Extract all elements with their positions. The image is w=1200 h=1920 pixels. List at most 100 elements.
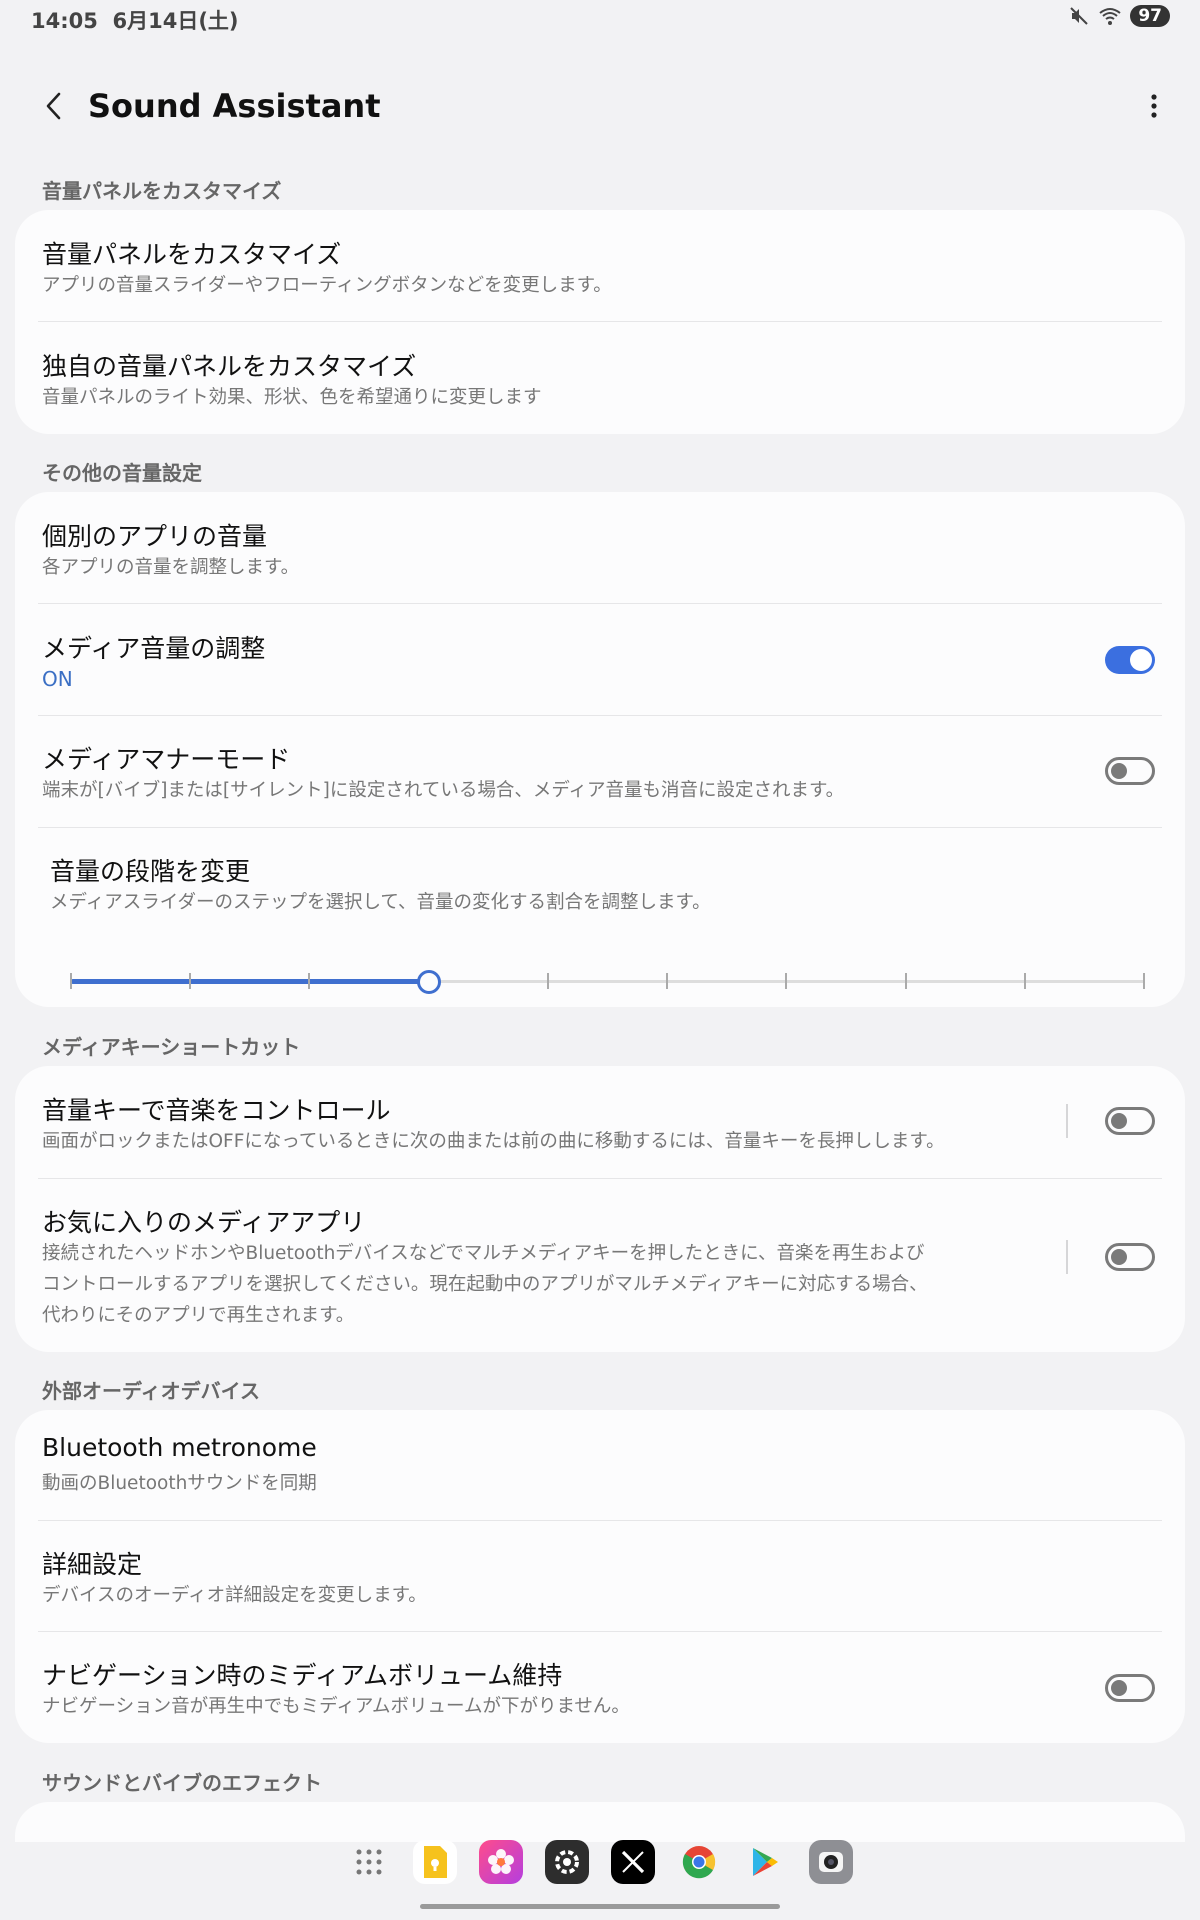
item-media-manner[interactable]: メディアマナーモード 端末が[バイブ]または[サイレント]に設定されている場合、…: [15, 716, 1185, 828]
item-subtitle: 音量パネルのライト効果、形状、色を希望通りに変更します: [42, 387, 542, 408]
slider-tick: [546, 973, 549, 989]
gallery-app-icon[interactable]: [479, 1840, 523, 1884]
slider-tick: [1023, 973, 1026, 989]
play-store-icon[interactable]: [743, 1840, 787, 1884]
more-vertical-icon: [1151, 94, 1157, 118]
note-icon: [424, 1846, 447, 1878]
section-header-external-audio: 外部オーディオデバイス: [42, 1379, 260, 1403]
status-date: 6月14日(土): [112, 9, 239, 33]
settings-app-icon[interactable]: [545, 1840, 589, 1884]
slider-tick: [189, 973, 192, 989]
section-header-volume-panel: 音量パネルをカスタマイズ: [42, 179, 282, 203]
item-volume-steps: 音量の段階を変更 メディアスライダーのステップを選択して、音量の変化する割合を調…: [15, 828, 1185, 1007]
item-title: メディア音量の調整: [42, 634, 266, 663]
status-clock: 14:05 6月14日(土): [31, 5, 239, 35]
item-subtitle-line-1: 接続されたヘッドホンやBluetoothデバイスなどでマルチメディアキーを押した…: [42, 1243, 925, 1264]
toggle-knob: [1111, 763, 1127, 779]
notes-app-icon[interactable]: [413, 1840, 457, 1884]
item-nav-volume[interactable]: ナビゲーション時のミディアムボリューム維持 ナビゲーション音が再生中でもミディア…: [15, 1632, 1185, 1743]
toggle-knob: [1130, 649, 1152, 671]
slider-tick: [70, 973, 72, 989]
item-subtitle: 端末が[バイブ]または[サイレント]に設定されている場合、メディア音量も消音に設…: [42, 780, 845, 801]
toggle-knob: [1111, 1113, 1127, 1129]
item-title: Bluetooth metronome: [42, 1433, 317, 1462]
x-app-icon[interactable]: [611, 1840, 655, 1884]
slider-thumb[interactable]: [416, 970, 441, 994]
item-favorite-media[interactable]: お気に入りのメディアアプリ 接続されたヘッドホンやBluetoothデバイスなど…: [15, 1179, 1185, 1352]
slider-tick: [1143, 973, 1145, 989]
play-triangle-icon: [753, 1848, 778, 1876]
mute-icon: [1070, 7, 1089, 25]
item-subtitle: 動画のBluetoothサウンドを同期: [42, 1473, 317, 1494]
item-subtitle: メディアスライダーのステップを選択して、音量の変化する割合を調整します。: [50, 892, 711, 913]
item-title: 独自の音量パネルをカスタマイズ: [42, 352, 417, 381]
item-subtitle: アプリの音量スライダーやフローティングボタンなどを変更します。: [42, 275, 612, 296]
item-customize-panel[interactable]: 音量パネルをカスタマイズ アプリの音量スライダーやフローティングボタンなどを変更…: [15, 210, 1185, 322]
chrome-app-icon[interactable]: [677, 1840, 721, 1884]
taskbar-dock: [0, 1827, 1200, 1897]
media-volume-toggle[interactable]: [1105, 646, 1155, 674]
card-volume-panel: 音量パネルをカスタマイズ アプリの音量スライダーやフローティングボタンなどを変更…: [15, 210, 1185, 434]
item-subtitle: ナビゲーション音が再生中でもミディアムボリュームが下がりません。: [42, 1696, 630, 1717]
volume-steps-slider[interactable]: 1 10: [57, 957, 1158, 1007]
section-header-sound-vibration: サウンドとバイブのエフェクト: [42, 1771, 322, 1795]
slider-fill: [71, 979, 429, 984]
camera-lens-icon: [819, 1852, 843, 1872]
item-volume-key-music[interactable]: 音量キーで音楽をコントロール 画面がロックまたはOFFになっているときに次の曲ま…: [15, 1066, 1185, 1179]
item-status-on: ON: [42, 667, 73, 691]
toggle-knob: [1111, 1680, 1127, 1696]
toggle-knob: [1111, 1249, 1127, 1265]
card-media-keys: 音量キーで音楽をコントロール 画面がロックまたはOFFになっているときに次の曲ま…: [15, 1066, 1185, 1352]
media-manner-toggle[interactable]: [1105, 757, 1155, 785]
item-title: 音量の段階を変更: [50, 857, 251, 886]
wifi-icon: [1099, 8, 1121, 25]
home-indicator[interactable]: [420, 1904, 780, 1909]
card-external-audio: Bluetooth metronome 動画のBluetoothサウンドを同期 …: [15, 1410, 1185, 1743]
more-options-button[interactable]: [1138, 84, 1170, 128]
item-subtitle: 各アプリの音量を調整します。: [42, 557, 300, 578]
gear-icon: [555, 1850, 579, 1874]
item-title: 音量パネルをカスタマイズ: [42, 240, 342, 269]
item-custom-panel[interactable]: 独自の音量パネルをカスタマイズ 音量パネルのライト効果、形状、色を希望通りに変更…: [15, 322, 1185, 434]
status-icons: 97: [1068, 5, 1170, 27]
slider-track: [70, 970, 1145, 994]
chrome-logo-icon: [682, 1846, 716, 1879]
volume-key-music-toggle[interactable]: [1105, 1107, 1155, 1135]
app-bar: Sound Assistant: [0, 70, 1200, 142]
status-bar: 14:05 6月14日(土) 97: [0, 0, 1200, 40]
x-logo-icon: [621, 1850, 645, 1874]
slider-tick: [308, 973, 311, 989]
separator: [1066, 1104, 1068, 1138]
item-media-volume[interactable]: メディア音量の調整 ON: [15, 604, 1185, 716]
camera-app-icon[interactable]: [809, 1840, 853, 1884]
favorite-media-toggle[interactable]: [1105, 1243, 1155, 1271]
item-subtitle: 画面がロックまたはOFFになっているときに次の曲または前の曲に移動するには、音量…: [42, 1131, 945, 1152]
item-bt-metronome[interactable]: Bluetooth metronome 動画のBluetoothサウンドを同期: [15, 1410, 1185, 1521]
item-title: 個別のアプリの音量: [42, 522, 268, 551]
page-title: Sound Assistant: [88, 87, 381, 125]
item-subtitle-line-2: コントロールするアプリを選択してください。現在起動中のアプリがマルチメディアキー…: [42, 1274, 928, 1295]
section-header-other-volume: その他の音量設定: [42, 461, 202, 485]
item-title: 詳細設定: [42, 1550, 143, 1579]
chevron-left-icon: [46, 92, 61, 120]
section-header-media-keys: メディアキーショートカット: [42, 1035, 301, 1059]
battery-badge: 97: [1130, 5, 1170, 27]
separator: [1066, 1240, 1068, 1274]
item-advanced[interactable]: 詳細設定 デバイスのオーディオ詳細設定を変更します。: [15, 1521, 1185, 1632]
slider-tick: [904, 973, 907, 989]
item-title: 音量キーで音楽をコントロール: [42, 1096, 391, 1125]
card-other-volume: 個別のアプリの音量 各アプリの音量を調整します。 メディア音量の調整 ON メデ…: [15, 492, 1185, 1007]
nav-volume-toggle[interactable]: [1105, 1674, 1155, 1702]
slider-tick: [785, 973, 788, 989]
app-drawer-icon[interactable]: [347, 1840, 391, 1884]
flower-icon: [488, 1849, 514, 1874]
back-button[interactable]: [32, 84, 76, 128]
status-time: 14:05: [31, 9, 98, 33]
item-subtitle: デバイスのオーディオ詳細設定を変更します。: [42, 1585, 427, 1606]
slider-tick: [666, 973, 669, 989]
item-app-volume[interactable]: 個別のアプリの音量 各アプリの音量を調整します。: [15, 492, 1185, 604]
item-title: メディアマナーモード: [42, 745, 291, 774]
item-subtitle-line-3: 代わりにそのアプリで再生されます。: [42, 1305, 355, 1326]
item-title: お気に入りのメディアアプリ: [42, 1208, 366, 1237]
grid-dots-icon: [356, 1849, 382, 1875]
